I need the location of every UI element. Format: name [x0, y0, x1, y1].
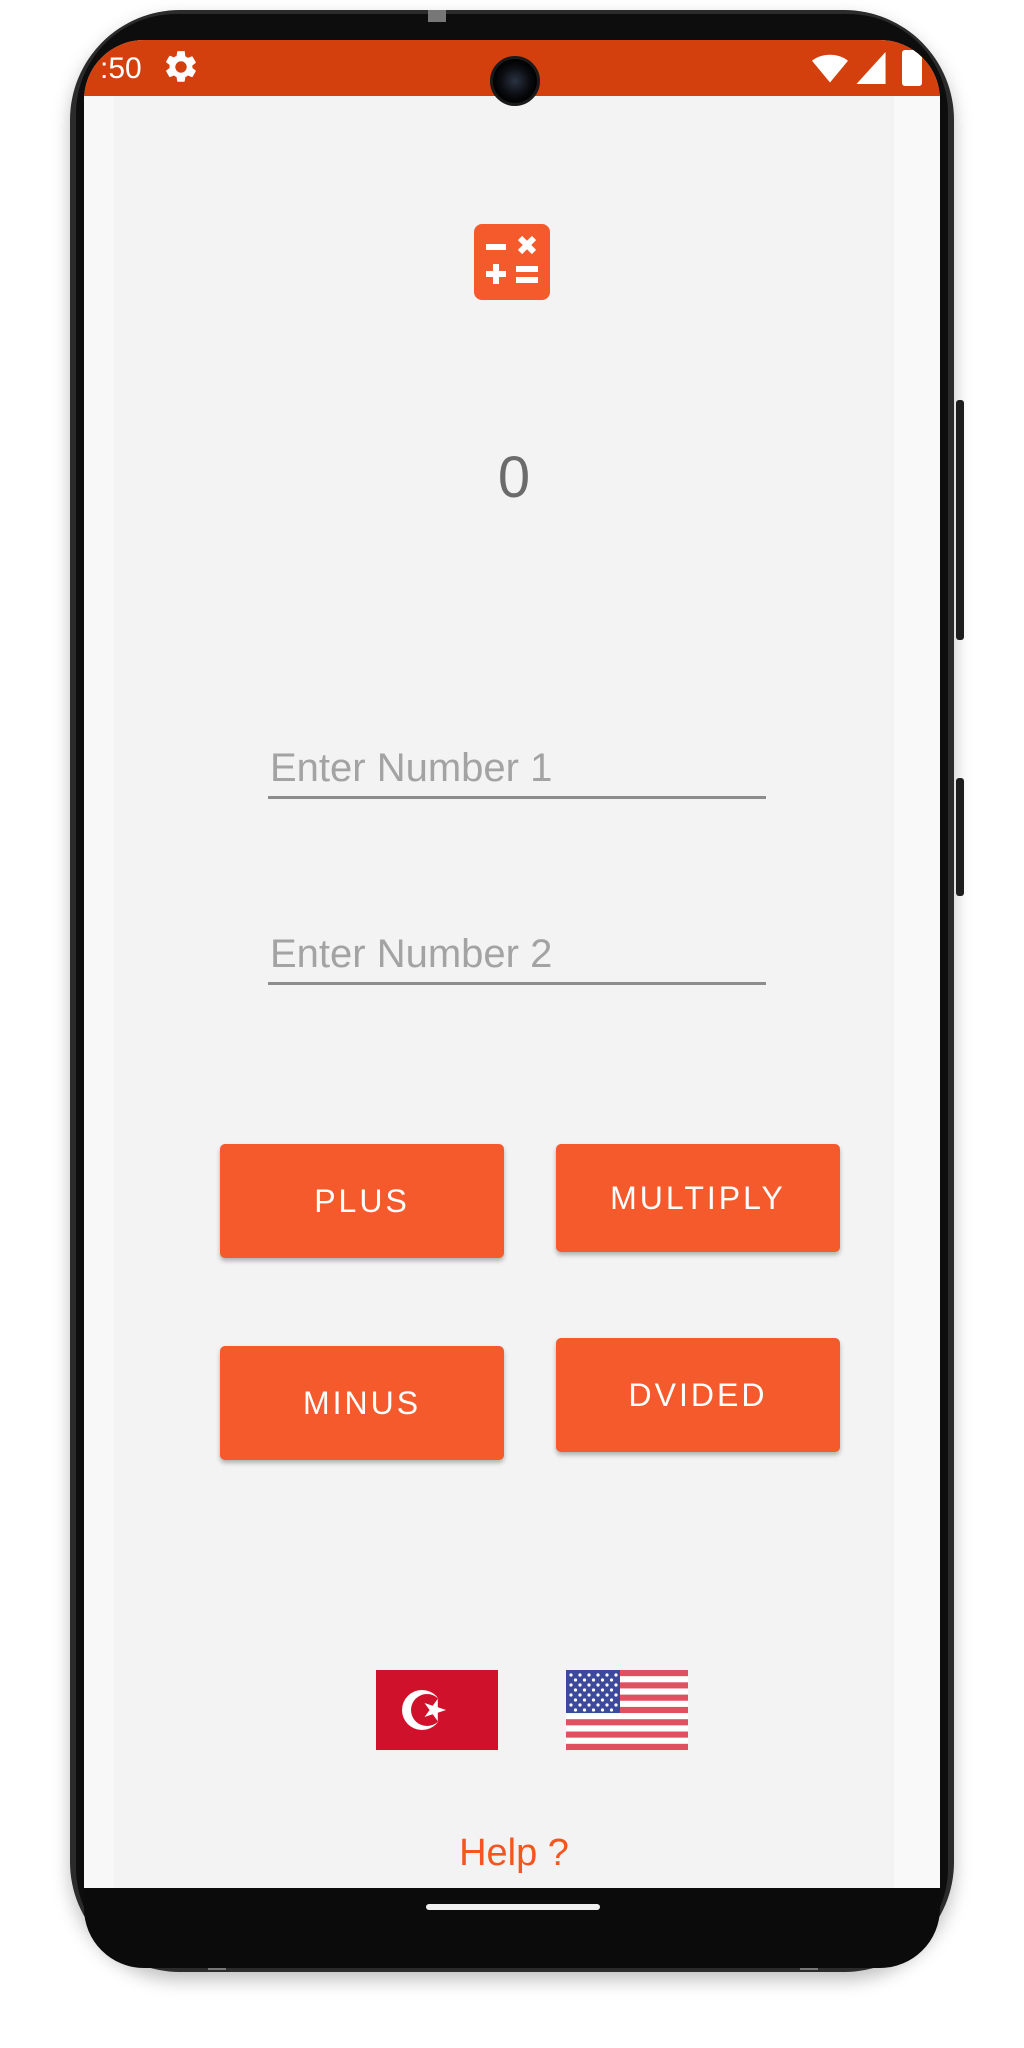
calculator-icon: [474, 224, 550, 300]
wifi-icon: [812, 54, 848, 83]
status-bar: :50: [84, 40, 940, 106]
number2-input[interactable]: [268, 926, 766, 985]
front-camera: [490, 56, 540, 106]
result-display: 0: [497, 445, 531, 510]
screen-edge: [894, 96, 940, 1892]
power-key: [956, 400, 964, 640]
frame-notch: [428, 10, 446, 22]
status-time: :50: [100, 52, 142, 85]
cell-signal-icon: [856, 52, 886, 84]
minus-button[interactable]: MINUS: [220, 1346, 504, 1460]
battery-icon: [902, 50, 922, 86]
settings-gear-icon: [166, 51, 196, 82]
volume-key: [956, 778, 964, 896]
divide-button[interactable]: DVIDED: [556, 1338, 840, 1452]
multiply-button[interactable]: MULTIPLY: [556, 1144, 840, 1252]
help-link[interactable]: Help ?: [84, 1832, 940, 1875]
home-indicator[interactable]: [426, 1904, 600, 1910]
app-screen: :50 0 Enter Number 1 Enter Number 2 PLUS…: [84, 40, 940, 1892]
usa-flag-icon[interactable]: [566, 1670, 688, 1750]
number1-input[interactable]: [268, 740, 766, 799]
plus-button[interactable]: PLUS: [220, 1144, 504, 1258]
screen-edge: [84, 96, 114, 1892]
turkey-flag-icon[interactable]: [376, 1670, 498, 1750]
page: :50 0 Enter Number 1 Enter Number 2 PLUS…: [0, 0, 1024, 2048]
navigation-bar: [84, 1888, 940, 1968]
